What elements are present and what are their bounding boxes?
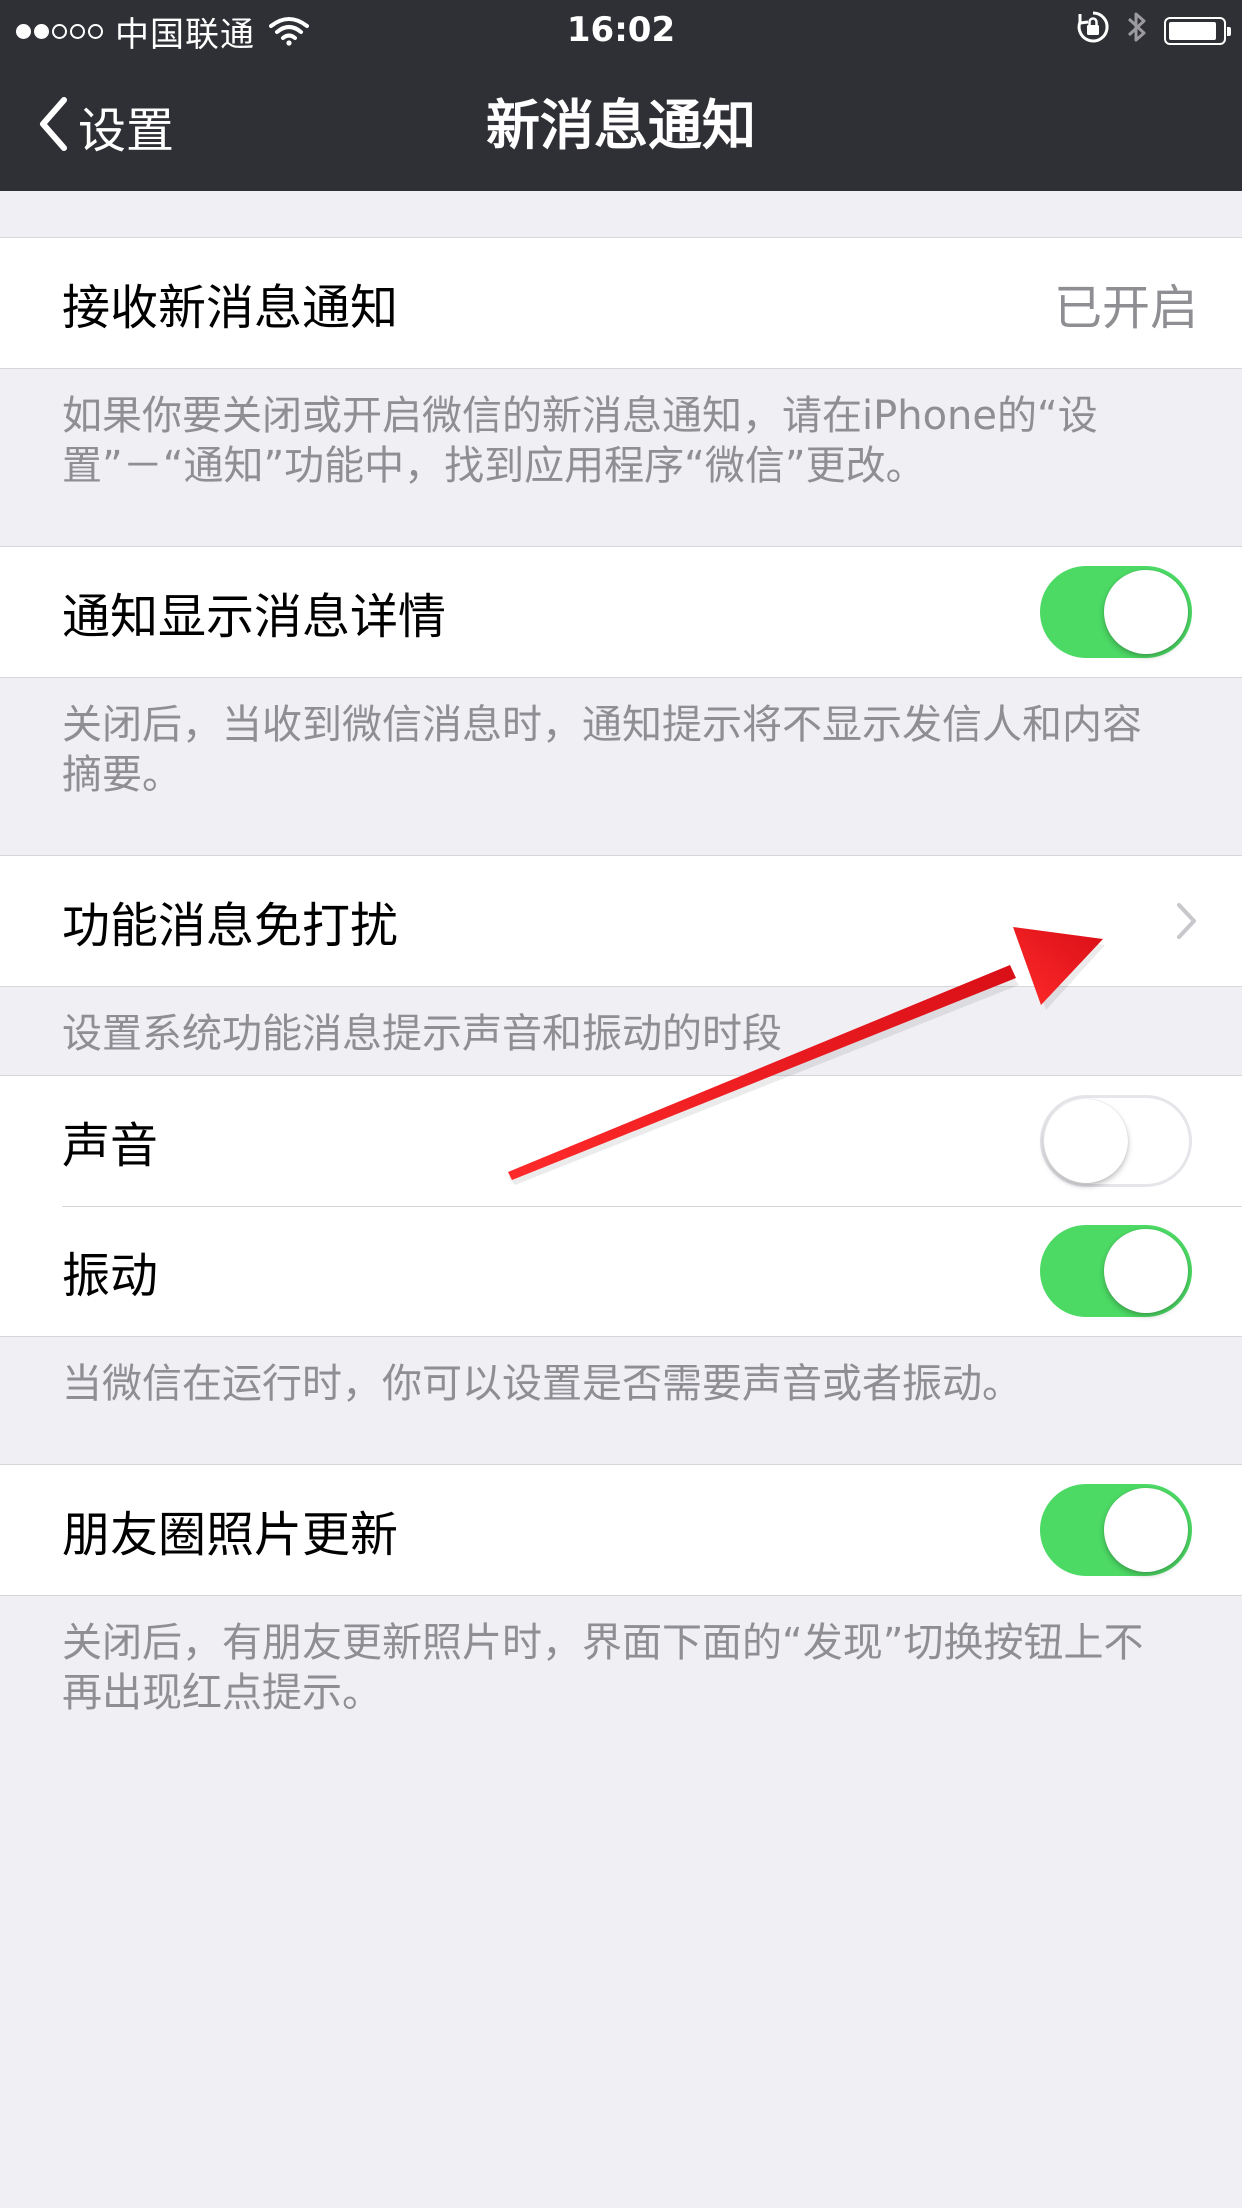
status-right	[1076, 9, 1231, 54]
settings-group-receive: 接收新消息通知 已开启	[0, 237, 1242, 369]
moments-update-footer: 关闭后，有朋友更新照片时，界面下面的“发现”切换按钮上不再出现红点提示。	[62, 1620, 1144, 1716]
status-time: 16:02	[566, 10, 676, 50]
chevron-right-icon	[1176, 902, 1198, 940]
receive-notifications-row[interactable]: 接收新消息通知 已开启	[0, 238, 1242, 368]
do-not-disturb-row[interactable]: 功能消息免打扰	[0, 856, 1242, 986]
settings-group-sound-vibrate: 声音 振动	[0, 1075, 1242, 1337]
show-details-label: 通知显示消息详情	[62, 589, 447, 645]
vibrate-label: 振动	[62, 1248, 159, 1304]
do-not-disturb-label: 功能消息免打扰	[62, 898, 399, 954]
settings-content: 接收新消息通知 已开启 如果你要关闭或开启微信的新消息通知，请在iPhone的“…	[0, 191, 1242, 1773]
toggle-knob	[1104, 1229, 1188, 1313]
battery-icon	[1164, 17, 1231, 45]
bluetooth-icon	[1126, 9, 1148, 54]
top-bar: 中国联通 16:02 设置 新消息通知	[0, 0, 1242, 191]
toggle-knob	[1044, 1099, 1128, 1183]
sound-row: 声音	[0, 1076, 1242, 1206]
sound-toggle[interactable]	[1040, 1095, 1192, 1187]
page-title: 新消息通知	[486, 94, 756, 157]
settings-group-moments: 朋友圈照片更新	[0, 1464, 1242, 1596]
show-details-footer: 关闭后，当收到微信消息时，通知提示将不显示发信人和内容摘要。	[62, 702, 1142, 798]
moments-update-row: 朋友圈照片更新	[0, 1465, 1242, 1595]
sound-vibrate-footer: 当微信在运行时，你可以设置是否需要声音或者振动。	[62, 1361, 1022, 1407]
rotation-lock-icon	[1076, 10, 1110, 53]
status-bar: 中国联通 16:02	[0, 0, 1242, 60]
vibrate-toggle[interactable]	[1040, 1225, 1192, 1317]
receive-notifications-status: 已开启	[1053, 280, 1198, 336]
sound-label: 声音	[62, 1118, 159, 1174]
toggle-knob	[1104, 570, 1188, 654]
moments-update-label: 朋友圈照片更新	[62, 1507, 399, 1563]
receive-notifications-label: 接收新消息通知	[62, 280, 399, 336]
vibrate-row: 振动	[0, 1206, 1242, 1336]
moments-update-toggle[interactable]	[1040, 1484, 1192, 1576]
battery-level	[1169, 22, 1216, 40]
settings-group-dnd: 功能消息免打扰	[0, 855, 1242, 987]
navigation-bar: 设置 新消息通知	[0, 60, 1242, 191]
show-details-toggle[interactable]	[1040, 566, 1192, 658]
do-not-disturb-footer: 设置系统功能消息提示声音和振动的时段	[62, 1011, 782, 1057]
receive-notifications-footer: 如果你要关闭或开启微信的新消息通知，请在iPhone的“设置”－“通知”功能中，…	[62, 393, 1098, 489]
settings-group-details: 通知显示消息详情	[0, 546, 1242, 678]
show-details-row: 通知显示消息详情	[0, 547, 1242, 677]
toggle-knob	[1104, 1488, 1188, 1572]
